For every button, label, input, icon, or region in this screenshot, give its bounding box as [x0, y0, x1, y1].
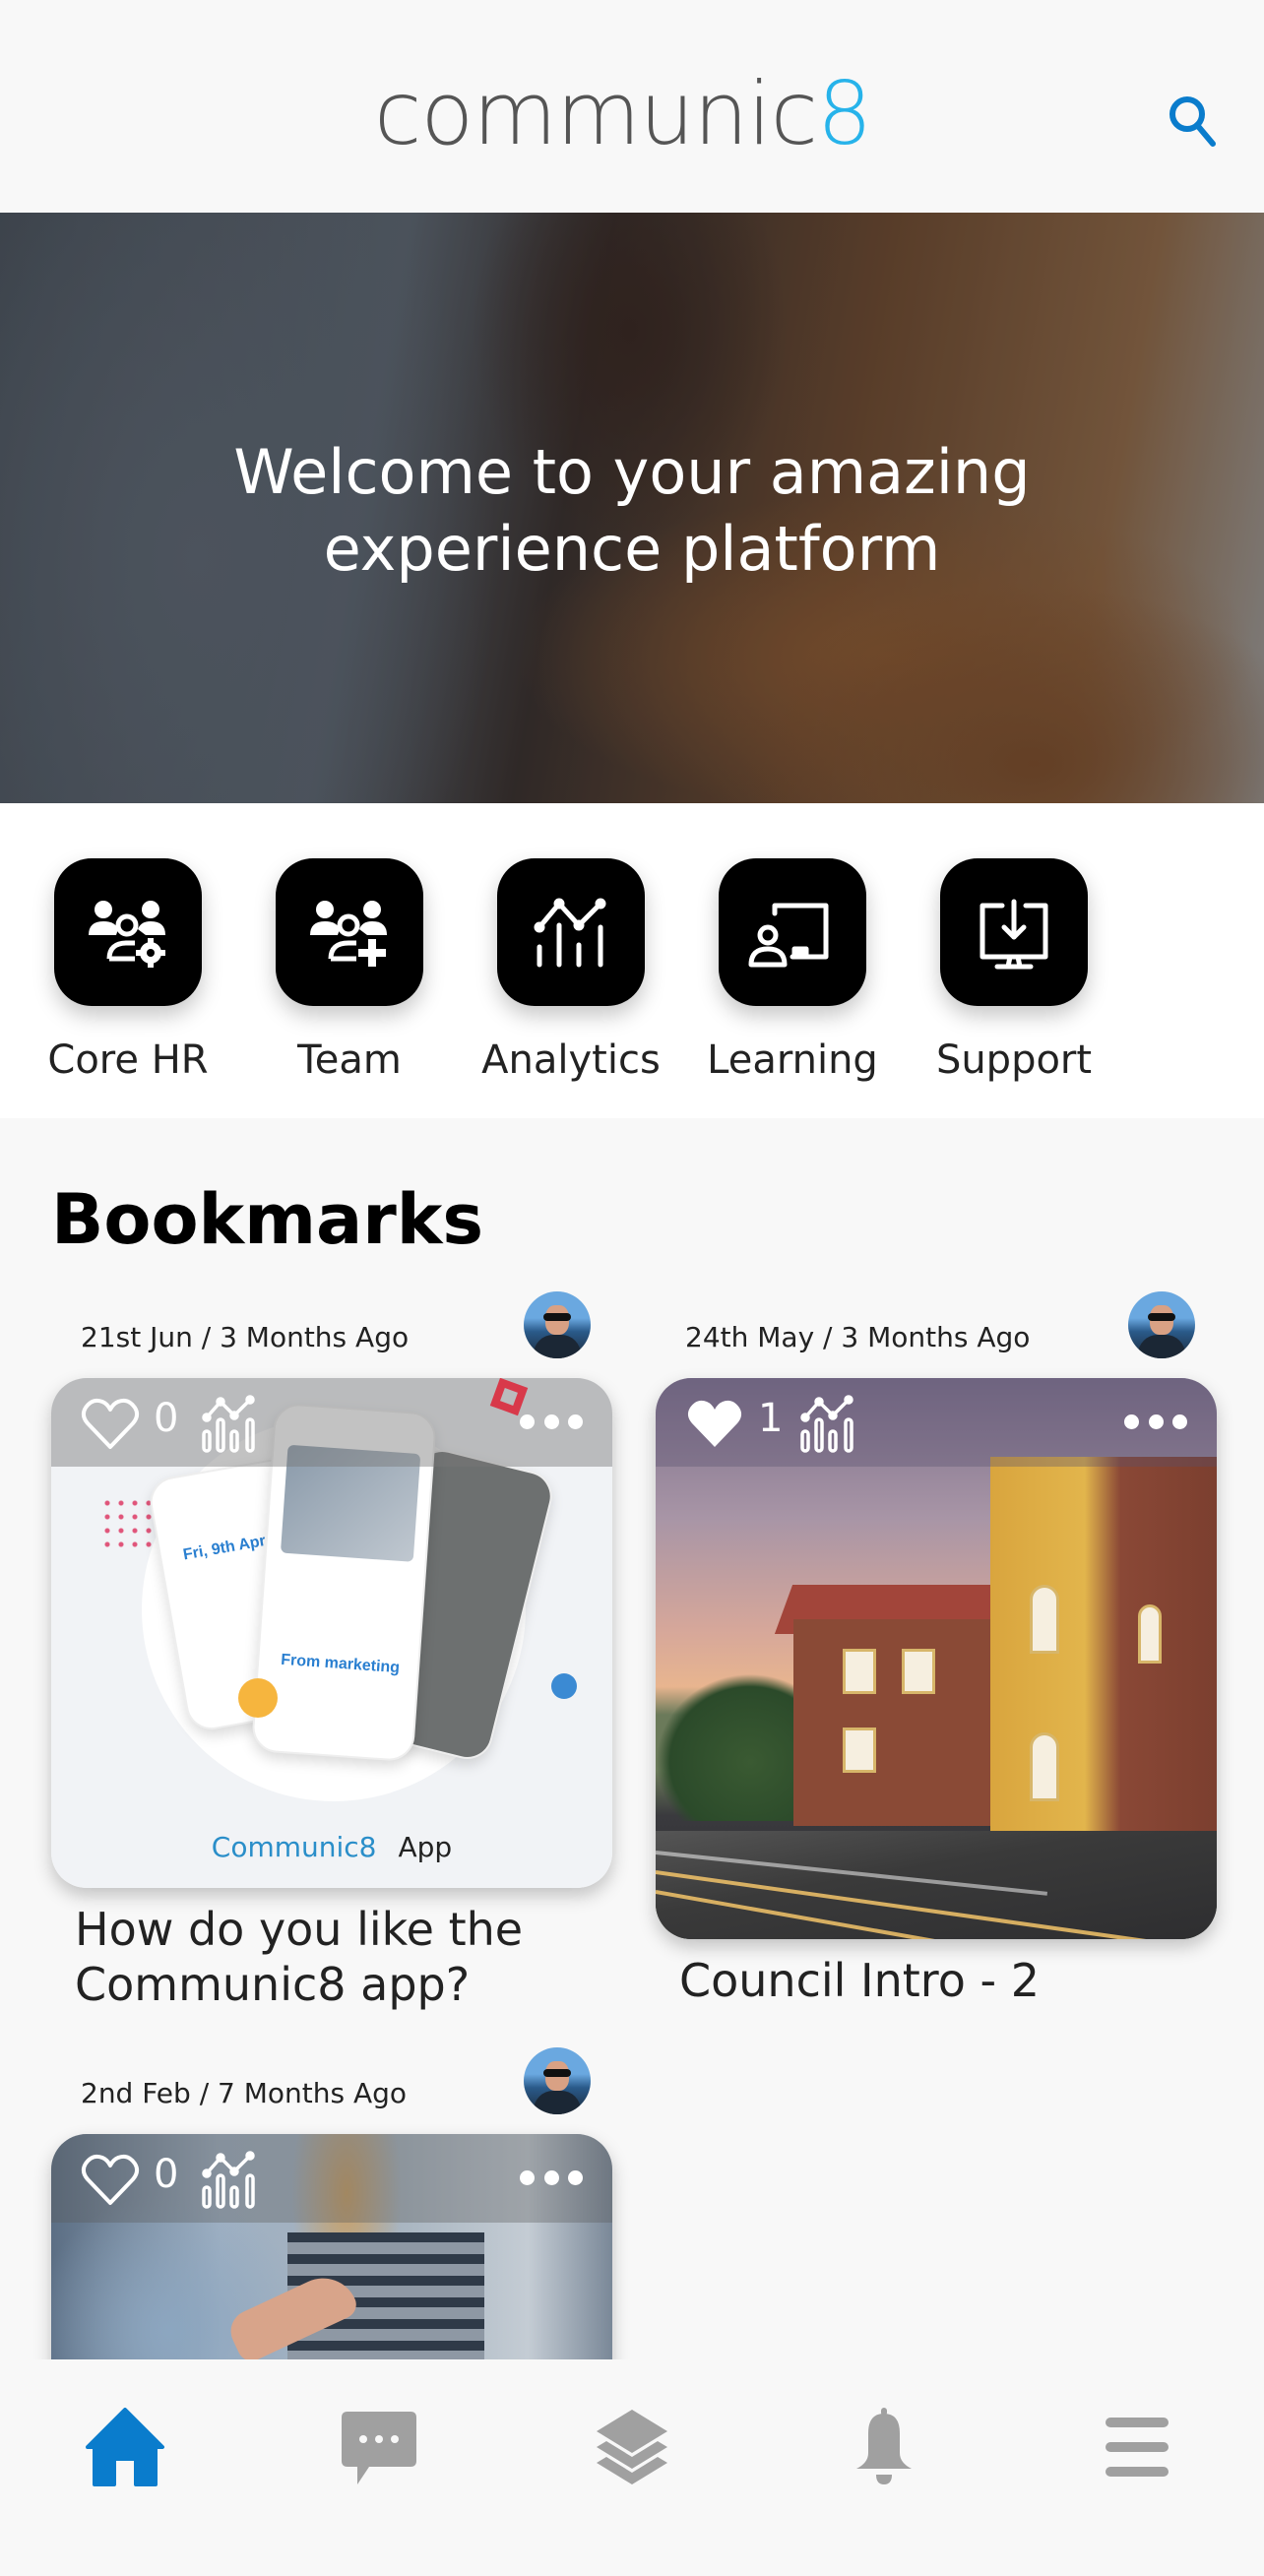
hero-banner: Welcome to your amazing experience platf…	[0, 213, 1264, 803]
users-gear-icon	[89, 901, 165, 968]
image-brand-text: Communic8 App	[211, 1831, 453, 1863]
author-avatar[interactable]	[524, 1291, 591, 1358]
author-avatar[interactable]	[524, 2047, 591, 2114]
monitor-download-icon	[980, 899, 1048, 970]
quick-link-label: Core HR	[47, 1037, 209, 1083]
like-button[interactable]	[81, 2154, 140, 2207]
logo-text: communic	[374, 63, 818, 164]
home-icon	[86, 2408, 164, 2486]
more-options-button[interactable]	[1124, 1412, 1187, 1431]
nav-messages[interactable]	[335, 2403, 423, 2491]
bell-icon	[856, 2408, 912, 2484]
app-header: communic8	[0, 0, 1264, 213]
post-title[interactable]: Council Intro - 2	[679, 1953, 1040, 2008]
bookmark-post: 21st Jun / 3 Months Ago Fri, 9th Apr Fro…	[51, 1291, 612, 2020]
search-icon	[1169, 96, 1216, 147]
post-title[interactable]: How do you like the Communic8 app?	[75, 1902, 523, 2012]
quick-link-learning[interactable]: Learning	[694, 858, 891, 1083]
hero-title: Welcome to your amazing experience platf…	[0, 434, 1264, 588]
more-options-button[interactable]	[520, 2168, 583, 2187]
post-card[interactable]: 1	[656, 1378, 1217, 1939]
like-button[interactable]	[81, 1398, 140, 1451]
hero-title-line2: experience platform	[323, 513, 941, 585]
post-stats-button[interactable]	[201, 1392, 266, 1457]
post-meta: 2nd Feb / 7 Months Ago	[81, 2077, 408, 2109]
like-button[interactable]	[685, 1398, 744, 1451]
analytics-chart-icon	[202, 2151, 255, 2209]
nav-layers[interactable]	[588, 2403, 676, 2491]
like-count: 0	[154, 2152, 179, 2197]
author-avatar[interactable]	[1128, 1291, 1195, 1358]
bookmark-post: 24th May / 3 Months Ago 1 Council Intro …	[656, 1291, 1217, 2020]
like-count: 1	[758, 1396, 784, 1441]
post-stats-button[interactable]	[201, 2148, 266, 2213]
logo-accent: 8	[817, 63, 872, 164]
quick-link-support[interactable]: Support	[916, 858, 1112, 1083]
bookmark-post: 2nd Feb / 7 Months Ago 0	[51, 2047, 612, 2370]
users-plus-icon	[310, 901, 387, 967]
hamburger-menu-icon	[1106, 2418, 1169, 2477]
quick-link-core-hr[interactable]: Core HR	[30, 858, 226, 1083]
heart-filled-icon	[687, 1400, 742, 1447]
nav-menu[interactable]	[1093, 2403, 1181, 2491]
quick-link-label: Learning	[707, 1037, 878, 1083]
post-meta: 21st Jun / 3 Months Ago	[81, 1321, 410, 1353]
teacher-board-icon	[748, 903, 829, 968]
nav-notifications[interactable]	[840, 2403, 928, 2491]
bookmarks-heading: Bookmarks	[51, 1179, 484, 1260]
analytics-chart-icon	[800, 1395, 853, 1453]
quick-link-analytics[interactable]: Analytics	[473, 858, 669, 1083]
quick-links: Core HR Team Analytics Learning Support	[0, 803, 1264, 1118]
app-logo: communic8	[374, 71, 872, 157]
analytics-chart-icon	[202, 1395, 255, 1453]
search-button[interactable]	[1162, 91, 1225, 154]
heart-outline-icon	[81, 1398, 140, 1449]
quick-link-label: Analytics	[481, 1037, 661, 1083]
quick-link-label: Team	[297, 1037, 402, 1083]
chat-icon	[342, 2412, 416, 2484]
post-stats-button[interactable]	[799, 1392, 864, 1457]
bottom-navigation	[0, 2359, 1264, 2576]
quick-link-label: Support	[935, 1037, 1093, 1083]
more-options-button[interactable]	[520, 1412, 583, 1431]
nav-home[interactable]	[81, 2403, 169, 2491]
layers-icon	[597, 2410, 667, 2484]
like-count: 0	[154, 1396, 179, 1441]
quick-link-team[interactable]: Team	[251, 858, 448, 1083]
post-meta: 24th May / 3 Months Ago	[685, 1321, 1031, 1353]
analytics-chart-icon	[534, 898, 606, 968]
post-card[interactable]: 0	[51, 2134, 612, 2370]
post-card[interactable]: Fri, 9th Apr From marketing Communic8 App…	[51, 1378, 612, 1888]
hero-title-line1: Welcome to your amazing	[233, 436, 1031, 508]
heart-outline-icon	[81, 2154, 140, 2205]
